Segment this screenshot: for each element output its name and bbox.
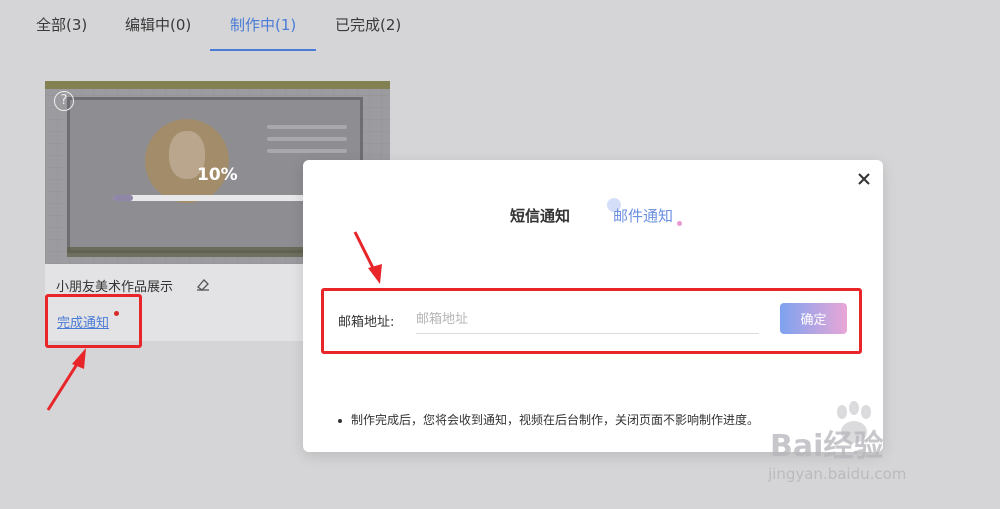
project-title: 小朋友美术作品展示 [56, 280, 174, 295]
tab-all[interactable]: 全部(3) [36, 14, 87, 35]
close-icon[interactable] [855, 170, 873, 188]
watermark-brand: Bai经验 [770, 429, 884, 464]
tab-editing[interactable]: 编辑中(0) [125, 14, 191, 35]
annotation-box-notify-link [45, 294, 142, 348]
production-note: 制作完成后，您将会收到通知，视频在后台制作，关闭页面不影响制作进度。 [338, 411, 759, 428]
progress-bar-fill [113, 195, 133, 201]
tab-in-production[interactable]: 制作中(1) [230, 14, 296, 35]
tab-decoration-dot [677, 221, 682, 226]
progress-percent: 10% [197, 165, 238, 185]
active-tab-indicator [210, 49, 316, 51]
status-tabs: 全部(3) 编辑中(0) 制作中(1) 已完成(2) [0, 0, 1000, 52]
annotation-arrow-left [46, 348, 86, 411]
eraser-edit-icon[interactable] [195, 276, 211, 292]
tab-completed[interactable]: 已完成(2) [335, 14, 401, 35]
watermark-url: jingyan.baidu.com [768, 465, 907, 483]
production-note-text: 制作完成后，您将会收到通知，视频在后台制作，关闭页面不影响制作进度。 [351, 413, 760, 427]
annotation-box-email-row [321, 288, 862, 354]
tab-email-notify[interactable]: 邮件通知 [613, 205, 673, 226]
progress-bar [113, 195, 313, 201]
thumbnail-topbar [45, 81, 390, 89]
bullet-dot [338, 418, 342, 423]
tab-sms-notify[interactable]: 短信通知 [510, 205, 570, 226]
question-circle-icon[interactable]: ? [54, 91, 74, 111]
